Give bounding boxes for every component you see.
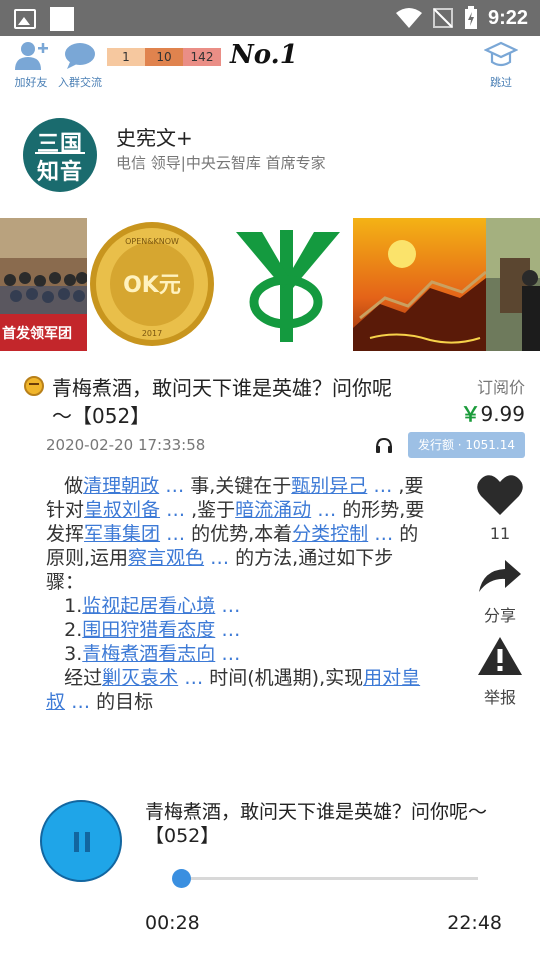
coin-smile-icon: [24, 376, 44, 396]
level-segment: 1: [107, 48, 145, 66]
progress-track[interactable]: [175, 877, 478, 880]
current-time: 00:28: [145, 912, 200, 934]
heart-icon: [477, 475, 523, 515]
keyword-link[interactable]: 青梅煮酒看志向: [82, 643, 215, 665]
paragraph: 做清理朝政 … 事,关键在于甄别异己 … ,要针对皇叔刘备 … ,鉴于暗流涌动 …: [46, 475, 425, 593]
add-friend-button[interactable]: 加好友: [12, 40, 50, 90]
add-user-icon: [15, 42, 48, 70]
join-group-button[interactable]: 入群交流: [58, 40, 102, 90]
price-value: 9.99: [480, 402, 525, 426]
paragraph: 经过剿灭袁术 … 时间(机遇期),实现用对皇叔 … 的目标: [46, 667, 421, 713]
player-track-title: 青梅煮酒，敢问天下谁是英雄？问你呢～【052】: [145, 801, 488, 847]
price-label: 订阅价: [476, 378, 525, 397]
add-friend-label: 加好友: [14, 76, 48, 89]
image-notification-icon: [14, 9, 36, 29]
level-segment: 10: [145, 48, 183, 66]
article-body: 做清理朝政 … 事,关键在于甄别异己 … ,要针对皇叔刘备 … ,鉴于暗流涌动 …: [46, 474, 426, 714]
banner-image[interactable]: 首发领军团 OPEN&KNOW OK元 2017: [0, 218, 540, 351]
level-bar: 1 10 142: [107, 48, 221, 66]
step-item: 3.青梅煮酒看志向 …: [64, 643, 241, 665]
article-title: 青梅煮酒，敢问天下谁是英雄？问你呢～【052】: [52, 376, 392, 428]
wifi-icon: [395, 8, 422, 28]
keyword-link[interactable]: 监视起居看心境: [82, 595, 215, 617]
price: ￥9.99: [460, 398, 525, 427]
share-label: 分享: [483, 606, 516, 625]
status-bar: 9:22: [0, 0, 540, 36]
keyword-link[interactable]: 剿灭袁术: [102, 667, 178, 689]
step-item: 1.监视起居看心境 …: [64, 595, 241, 617]
banner-caption: 首发领军团: [2, 325, 72, 342]
keyword-link[interactable]: 分类控制: [292, 523, 368, 545]
report-button[interactable]: 举报: [470, 636, 530, 708]
publish-date: 2020-02-20 17:33:58: [46, 436, 206, 454]
progress-slider-handle[interactable]: [171, 869, 191, 888]
author-title: 电信 领导|中央云智库 首席专家: [116, 154, 326, 172]
avatar-text-line2: 知音: [36, 160, 83, 185]
skip-button[interactable]: 跳过: [480, 40, 522, 90]
keyword-link[interactable]: 甄别异己: [291, 475, 367, 497]
total-time: 22:48: [447, 912, 502, 934]
rank-badge: No.1: [230, 40, 298, 70]
report-label: 举报: [483, 688, 516, 707]
app-notification-icon: [50, 7, 74, 31]
step-item: 2.围田狩猎看态度 …: [64, 619, 241, 641]
coin-center-text: OK元: [123, 273, 181, 298]
share-button[interactable]: 分享: [470, 558, 530, 626]
graduation-cap-icon: [483, 41, 519, 67]
keyword-link[interactable]: 暗流涌动: [235, 499, 311, 521]
chat-bubble-icon: [65, 43, 95, 69]
warning-icon: [478, 637, 522, 675]
no-signal-icon: [432, 8, 453, 28]
clock: 9:22: [487, 6, 528, 29]
pause-button[interactable]: [40, 800, 122, 882]
banner-collage: 首发领军团 OPEN&KNOW OK元 2017: [0, 218, 540, 351]
keyword-link[interactable]: 察言观色: [128, 547, 204, 569]
share-arrow-icon: [479, 560, 521, 592]
level-segment: 142: [183, 48, 221, 66]
yuan-symbol: ￥: [460, 402, 481, 426]
author-avatar[interactable]: 三国 知音: [23, 118, 97, 192]
coin-ring-text: OPEN&KNOW: [125, 237, 179, 246]
keyword-link[interactable]: 围田狩猎看态度: [82, 619, 215, 641]
author-name[interactable]: 史宪文+: [116, 122, 193, 151]
join-group-label: 入群交流: [58, 76, 102, 89]
headphones-icon[interactable]: [374, 436, 394, 454]
pause-icon: [74, 832, 79, 852]
like-count: 11: [489, 524, 511, 543]
issue-amount-badge: 发行额 · 1051.14: [408, 432, 525, 458]
like-button[interactable]: 11: [470, 474, 530, 543]
top-bar: 加好友 入群交流 1 10 142 No.1 跳过: [0, 40, 540, 92]
keyword-link[interactable]: 皇叔刘备: [84, 499, 160, 521]
skip-label: 跳过: [490, 76, 512, 89]
coin-year-text: 2017: [142, 329, 162, 338]
keyword-link[interactable]: 清理朝政: [83, 475, 159, 497]
keyword-link[interactable]: 军事集团: [84, 523, 160, 545]
battery-charging-icon: [464, 6, 477, 29]
